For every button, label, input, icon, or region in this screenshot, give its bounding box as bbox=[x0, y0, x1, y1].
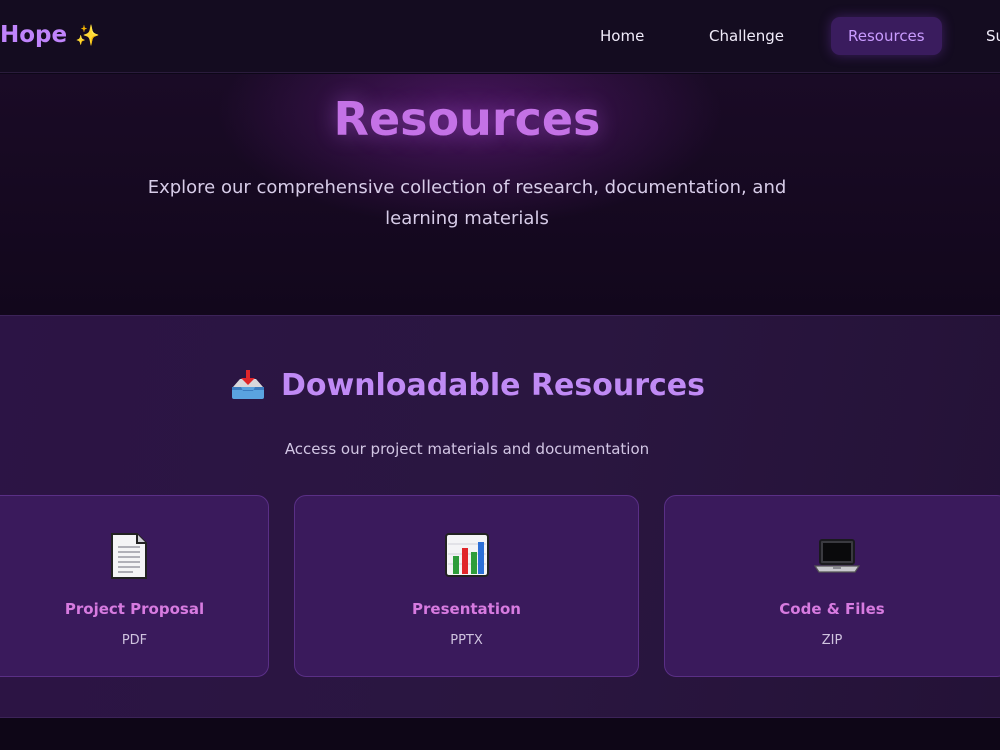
card-file-type: PDF bbox=[121, 633, 148, 648]
brand-logo[interactable]: Hope ✨ bbox=[0, 22, 100, 48]
card-file-type: PPTX bbox=[450, 633, 483, 648]
section-title: Downloadable Resources bbox=[0, 368, 934, 403]
section-subtitle: Access our project materials and documen… bbox=[284, 440, 650, 458]
card-title: Code & Files bbox=[779, 600, 885, 618]
card-file-type: ZIP bbox=[821, 633, 843, 648]
page-footer-edge bbox=[0, 718, 1000, 750]
bar-chart-icon bbox=[444, 532, 490, 580]
nav-link-resources[interactable]: Resources bbox=[831, 17, 942, 55]
resource-card-presentation[interactable]: Presentation PPTX bbox=[294, 495, 639, 677]
document-icon bbox=[109, 532, 149, 580]
card-title: Presentation bbox=[412, 600, 521, 618]
page-subtitle: Explore our comprehensive collection of … bbox=[147, 177, 787, 229]
card-title: Project Proposal bbox=[64, 600, 205, 618]
nav-link-truncated[interactable]: Su bbox=[969, 17, 1000, 55]
nav-link-challenge[interactable]: Challenge bbox=[692, 17, 801, 55]
sparkle-icon: ✨ bbox=[75, 23, 101, 47]
brand-name: Hope bbox=[0, 22, 68, 48]
resource-card-code-files[interactable]: Code & Files ZIP bbox=[664, 495, 1000, 677]
inbox-tray-icon bbox=[229, 369, 267, 403]
section-title-text: Downloadable Resources bbox=[280, 368, 706, 403]
page-title: Resources bbox=[333, 92, 601, 146]
resource-card-project-proposal[interactable]: Project Proposal PDF bbox=[0, 495, 269, 677]
laptop-icon bbox=[813, 532, 861, 580]
top-navigation: Hope ✨ Home Challenge Resources Su bbox=[0, 0, 1000, 73]
downloadable-resources-section: Downloadable Resources Access our projec… bbox=[0, 315, 1000, 718]
hero-section: Resources Explore our comprehensive coll… bbox=[0, 74, 1000, 315]
nav-link-home[interactable]: Home bbox=[583, 17, 661, 55]
